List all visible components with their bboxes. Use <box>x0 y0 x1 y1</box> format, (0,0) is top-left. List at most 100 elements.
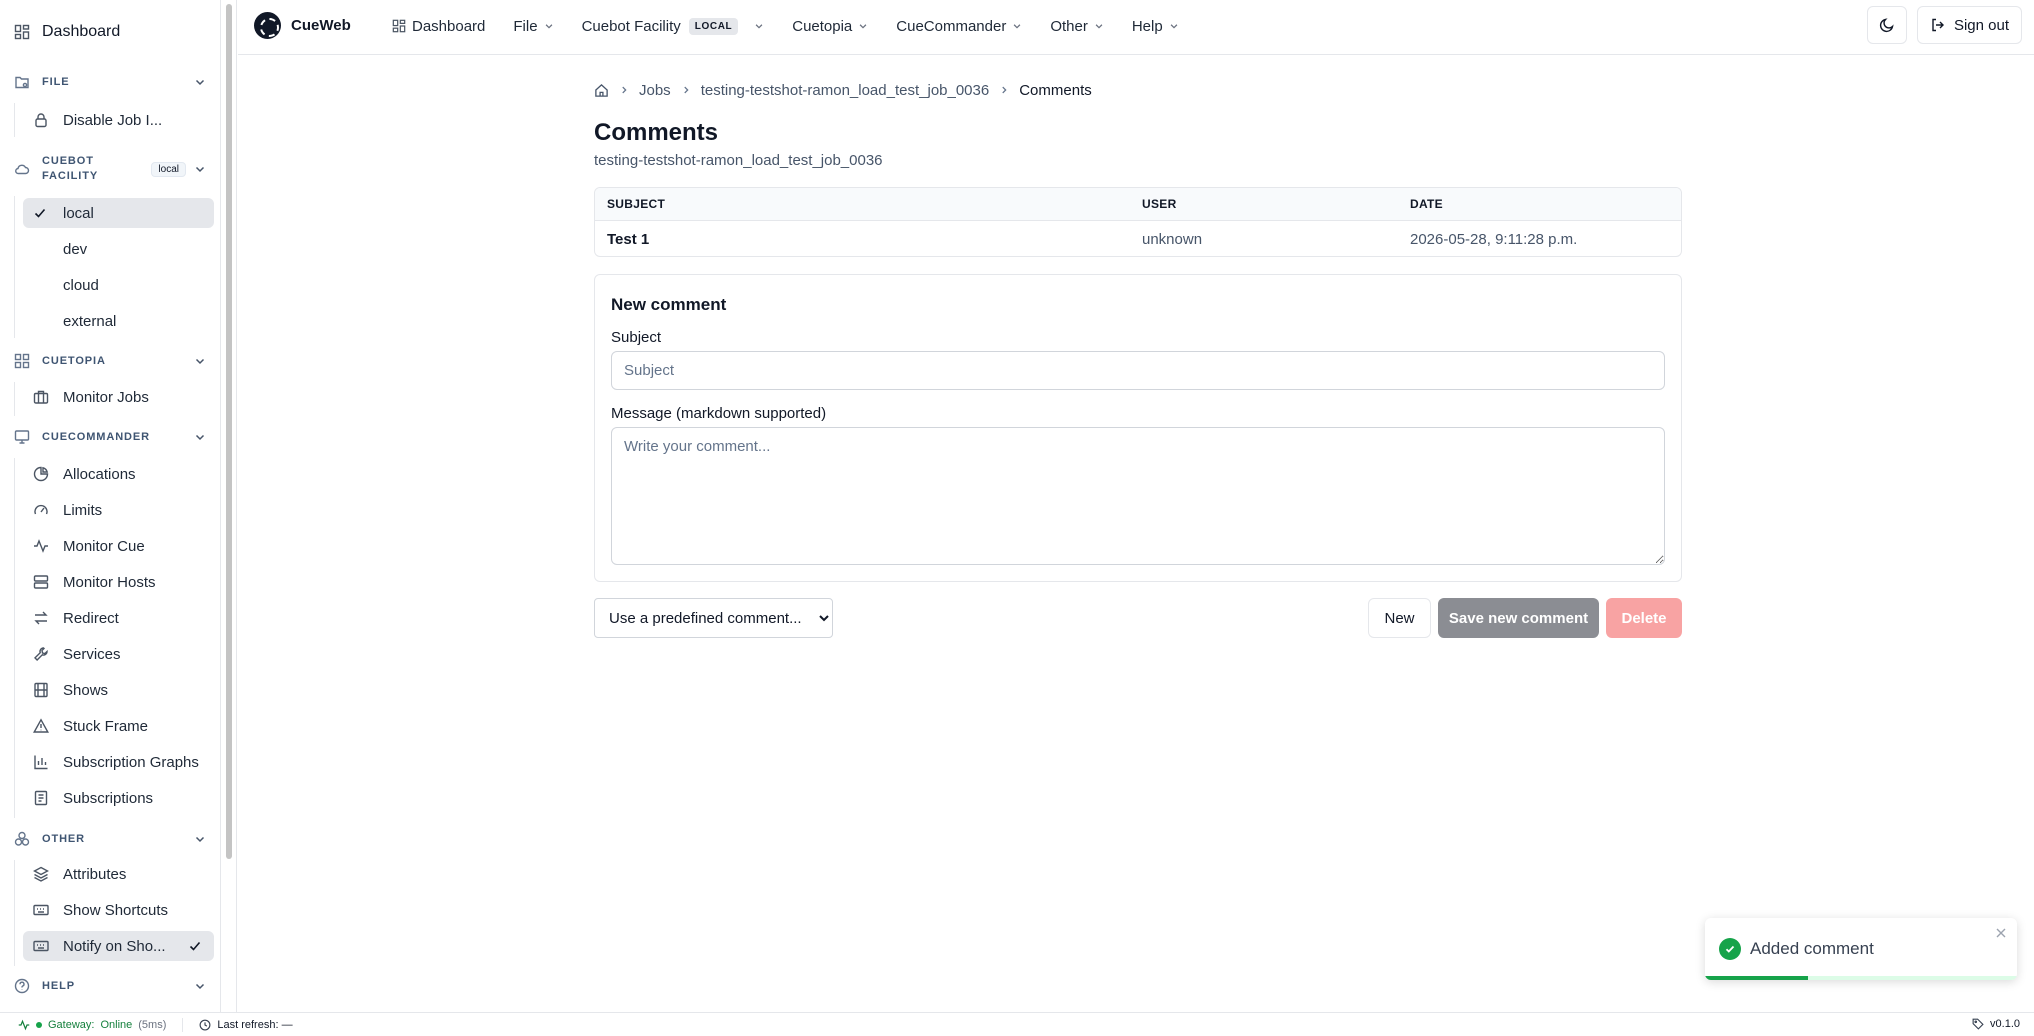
sidebar-scrollbar[interactable] <box>226 4 232 859</box>
sidebar-item-notify-on-show[interactable]: Notify on Sho... <box>23 931 214 961</box>
cell-subject: Test 1 <box>607 230 650 248</box>
header-actions: Sign out <box>1866 6 2022 44</box>
log-out-icon <box>1930 17 1946 33</box>
cloud-icon <box>14 160 32 178</box>
chevron-right-icon <box>619 85 629 95</box>
sidebar-section-help[interactable]: HELP <box>14 977 208 995</box>
app-logo[interactable]: CueWeb <box>254 12 351 39</box>
nav-label: Help <box>1131 17 1163 35</box>
sidebar-item-limits[interactable]: Limits <box>23 495 214 525</box>
chevron-down-icon <box>194 354 208 368</box>
server-icon <box>33 574 49 590</box>
nav-cuetopia[interactable]: Cuetopia <box>778 10 882 42</box>
sidebar-item-monitor-hosts[interactable]: Monitor Hosts <box>23 567 214 597</box>
nav-label: Other <box>1050 17 1088 35</box>
chevron-down-icon <box>194 430 208 444</box>
new-comment-form: New comment Subject Message (markdown su… <box>594 274 1682 582</box>
page-title: Comments <box>594 119 719 146</box>
sidebar-section-file[interactable]: FILE <box>14 73 208 91</box>
sidebar-item-services[interactable]: Services <box>23 639 214 669</box>
grid-icon <box>14 352 32 370</box>
chevron-down-icon <box>194 832 208 846</box>
delete-button[interactable]: Delete <box>1606 598 1682 638</box>
sidebar-section-cuetopia[interactable]: CUETOPIA <box>14 352 208 370</box>
cell-user: unknown <box>1142 230 1203 248</box>
sidebar-divider <box>220 0 221 1012</box>
nav-cuecommander[interactable]: CueCommander <box>882 10 1036 42</box>
sidebar-item-monitor-jobs[interactable]: Monitor Jobs <box>23 382 214 412</box>
sidebar-item-label: external <box>63 312 117 330</box>
sidebar-item-show-shortcuts[interactable]: Show Shortcuts <box>23 895 214 925</box>
save-new-comment-button[interactable]: Save new comment <box>1438 598 1599 638</box>
activity-icon <box>33 538 49 554</box>
sidebar-dashboard-link[interactable]: Dashboard <box>14 18 120 46</box>
sidebar-section-label: FILE <box>42 75 70 88</box>
sidebar-item-label: Services <box>63 645 121 663</box>
breadcrumb-jobs[interactable]: Jobs <box>639 82 671 99</box>
home-icon[interactable] <box>594 83 609 98</box>
sidebar-item-subscriptions[interactable]: Subscriptions <box>23 783 214 813</box>
sidebar-item-redirect[interactable]: Redirect <box>23 603 214 633</box>
table-row[interactable]: Test 1 unknown 2026-05-28, 9:11:28 p.m. <box>595 221 1681 256</box>
nav-dashboard[interactable]: Dashboard <box>378 10 499 42</box>
sidebar-section-label: CUECOMMANDER <box>42 430 150 443</box>
nav-help[interactable]: Help <box>1118 10 1193 42</box>
breadcrumb-job[interactable]: testing-testshot-ramon_load_test_job_003… <box>701 82 990 99</box>
sidebar-item-facility-external[interactable]: external <box>23 306 214 336</box>
chevron-down-icon <box>1012 21 1022 31</box>
sidebar-section-other[interactable]: OTHER <box>14 830 208 848</box>
sidebar-item-monitor-cue[interactable]: Monitor Cue <box>23 531 214 561</box>
subject-input[interactable] <box>611 351 1665 390</box>
clock-icon <box>199 1019 211 1031</box>
layers-icon <box>33 866 49 882</box>
sidebar: Dashboard FILE Disable Job I... CUEBOT FA… <box>0 0 237 1012</box>
sidebar-section-label: CUEBOT FACILITY <box>42 154 151 184</box>
film-icon <box>33 682 49 698</box>
facility-badge: local <box>151 161 186 177</box>
nav-label: Cuebot Facility <box>581 17 681 35</box>
pie-chart-icon <box>33 466 49 482</box>
sidebar-item-facility-cloud[interactable]: cloud <box>23 270 214 300</box>
sidebar-item-attributes[interactable]: Attributes <box>23 859 214 889</box>
new-button[interactable]: New <box>1368 598 1431 638</box>
nav-file[interactable]: File <box>499 10 567 42</box>
nav-label: File <box>513 17 538 35</box>
lock-icon <box>33 112 49 128</box>
close-icon[interactable] <box>1995 927 2007 939</box>
sidebar-item-subscription-graphs[interactable]: Subscription Graphs <box>23 747 214 777</box>
facility-label-line2: FACILITY <box>42 170 99 182</box>
sidebar-section-label: CUETOPIA <box>42 354 106 367</box>
sidebar-section-cuecommander[interactable]: CUECOMMANDER <box>14 428 208 446</box>
sign-out-button[interactable]: Sign out <box>1916 6 2022 44</box>
theme-toggle-button[interactable] <box>1866 6 1907 44</box>
sidebar-item-label: Attributes <box>63 865 127 883</box>
sidebar-item-disable-job[interactable]: Disable Job I... <box>23 105 214 135</box>
sidebar-item-label: Limits <box>63 501 103 519</box>
sidebar-item-facility-dev[interactable]: dev <box>23 234 214 264</box>
chevron-down-icon <box>858 21 868 31</box>
subject-label: Subject <box>611 329 662 346</box>
sidebar-item-shows[interactable]: Shows <box>23 675 214 705</box>
sidebar-section-facility[interactable]: CUEBOT FACILITY local <box>14 153 208 185</box>
sidebar-section-label: HELP <box>42 979 75 992</box>
nav-other[interactable]: Other <box>1036 10 1118 42</box>
moon-icon <box>1879 17 1895 33</box>
status-right: v0.1.0 <box>1972 1018 2020 1030</box>
arrows-swap-icon <box>33 610 49 626</box>
briefcase-icon <box>33 389 49 405</box>
help-circle-icon <box>14 977 32 995</box>
nav-label: Cuetopia <box>792 17 853 35</box>
message-textarea[interactable] <box>611 427 1665 565</box>
sidebar-item-allocations[interactable]: Allocations <box>23 459 214 489</box>
sidebar-item-stuck-frame[interactable]: Stuck Frame <box>23 711 214 741</box>
predefined-comment-select[interactable]: Use a predefined comment... <box>594 598 833 638</box>
cell-date: 2026-05-28, 9:11:28 p.m. <box>1410 230 1578 248</box>
sidebar-section-label: OTHER <box>42 832 85 845</box>
sidebar-item-label: Monitor Cue <box>63 537 145 555</box>
last-refresh: Last refresh: — <box>217 1019 293 1031</box>
sidebar-item-label: Monitor Hosts <box>63 573 156 591</box>
sidebar-item-facility-local[interactable]: local <box>23 198 214 228</box>
nav-cuebot-facility[interactable]: Cuebot Facility LOCAL <box>568 10 779 42</box>
message-label: Message (markdown supported) <box>611 405 827 422</box>
check-icon <box>33 205 49 221</box>
